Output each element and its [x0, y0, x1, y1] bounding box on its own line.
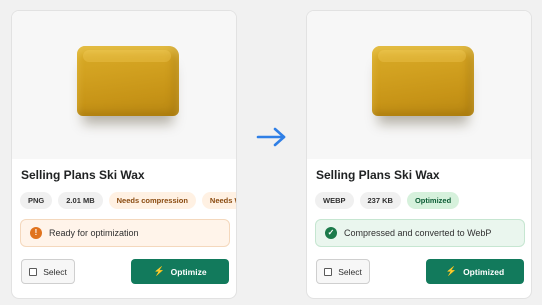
badge-row: WEBP 237 KB Optimized: [315, 192, 460, 209]
optimize-label: Optimized: [463, 266, 505, 277]
status-text: Compressed and converted to WebP: [344, 228, 492, 238]
bolt-icon: ⚡: [445, 266, 458, 276]
select-label: Select: [338, 266, 362, 277]
right-arrow-icon: [256, 127, 286, 147]
ski-wax-image: [372, 46, 474, 116]
optimize-label: Optimize: [170, 266, 207, 277]
optimized-badge: Optimized: [406, 192, 460, 209]
image-title: Selling Plans Ski Wax: [21, 168, 145, 182]
badge-row: PNG 2.01 MB Needs compression Needs WebP: [20, 192, 236, 209]
image-title: Selling Plans Ski Wax: [316, 168, 440, 182]
checkbox-icon[interactable]: [29, 267, 38, 276]
bolt-icon: ⚡: [153, 266, 165, 276]
select-button[interactable]: Select: [316, 259, 370, 284]
status-banner: ✓ Compressed and converted to WebP: [315, 219, 525, 247]
format-badge: WEBP: [315, 192, 354, 209]
optimized-button[interactable]: ⚡ Optimized: [426, 259, 524, 284]
size-badge: 237 KB: [359, 192, 401, 209]
check-circle-icon: ✓: [325, 227, 337, 239]
image-card-before: Selling Plans Ski Wax PNG 2.01 MB Needs …: [11, 10, 237, 299]
select-label: Select: [43, 266, 67, 277]
alert-icon: !: [30, 227, 42, 239]
optimize-button[interactable]: ⚡ Optimize: [131, 259, 229, 284]
product-image: [12, 11, 236, 159]
status-text: Ready for optimization: [49, 228, 139, 238]
product-image: [307, 11, 531, 159]
select-button[interactable]: Select: [21, 259, 75, 284]
format-badge: PNG: [20, 192, 53, 209]
checkbox-icon[interactable]: [324, 267, 333, 276]
needs-compression-badge: Needs compression: [108, 192, 196, 209]
size-badge: 2.01 MB: [58, 192, 103, 209]
image-card-after: Selling Plans Ski Wax WEBP 237 KB Optimi…: [306, 10, 532, 299]
ski-wax-image: [77, 46, 179, 116]
status-banner: ! Ready for optimization: [20, 219, 230, 247]
needs-webp-badge: Needs WebP: [201, 192, 236, 209]
